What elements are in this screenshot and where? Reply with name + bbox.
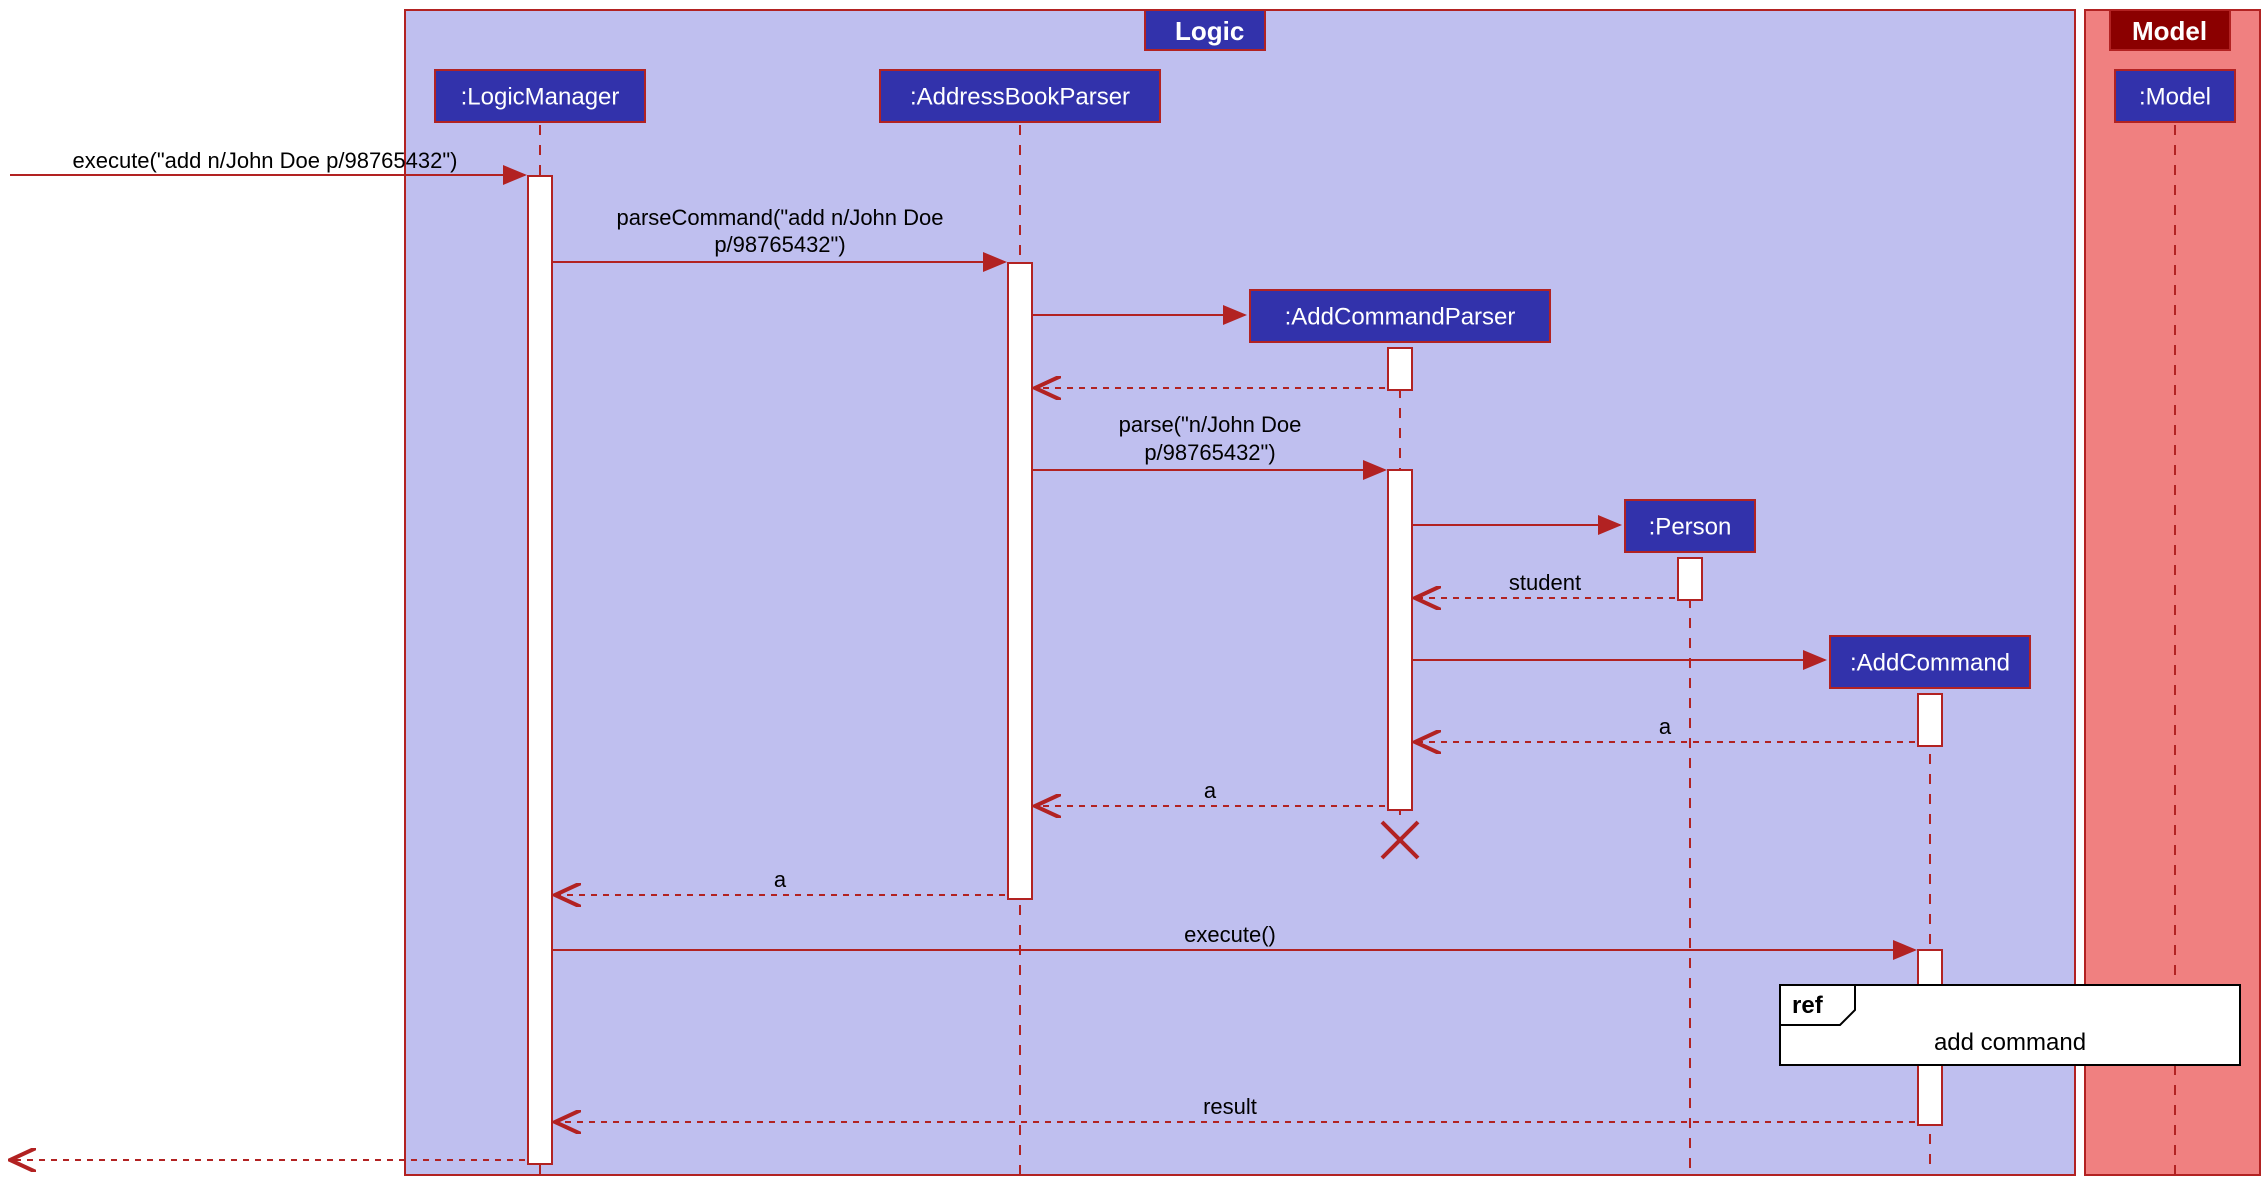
participant-addcommandparser-label: :AddCommandParser [1285,303,1516,330]
msg-execute-initial: execute("add n/John Doe p/98765432") [72,148,457,173]
ref-content: add command [1934,1029,2086,1056]
msg-student: student [1509,570,1581,595]
activation-addcommand-1 [1918,694,1942,746]
frame-logic-label: Logic [1175,16,1244,46]
participant-logicmanager-label: :LogicManager [461,83,620,110]
msg-parsecommand-2: p/98765432") [714,232,845,257]
msg-parse-1: parse("n/John Doe [1119,412,1302,437]
msg-execute: execute() [1184,922,1276,947]
sequence-diagram: Logic Model :LogicManager :AddressBookPa… [0,0,2265,1183]
participant-addressbookparser-label: :AddressBookParser [910,83,1130,110]
msg-parsecommand-1: parseCommand("add n/John Doe [617,205,944,230]
activation-addcommandparser-1 [1388,348,1412,390]
msg-a-3: a [774,867,787,892]
activation-addressbookparser [1008,263,1032,899]
msg-parse-2: p/98765432") [1144,440,1275,465]
msg-a-1: a [1659,714,1672,739]
frame-model-label: Model [2132,16,2207,46]
msg-a-2: a [1204,778,1217,803]
activation-person [1678,558,1702,600]
ref-label: ref [1792,992,1824,1019]
activation-logicmanager [528,176,552,1164]
participant-addcommand-label: :AddCommand [1850,649,2010,676]
participant-person-label: :Person [1649,513,1732,540]
activation-addcommandparser-2 [1388,470,1412,810]
msg-result: result [1203,1094,1257,1119]
participant-model-label: :Model [2139,83,2211,110]
diagram-svg: Logic Model :LogicManager :AddressBookPa… [0,0,2265,1183]
